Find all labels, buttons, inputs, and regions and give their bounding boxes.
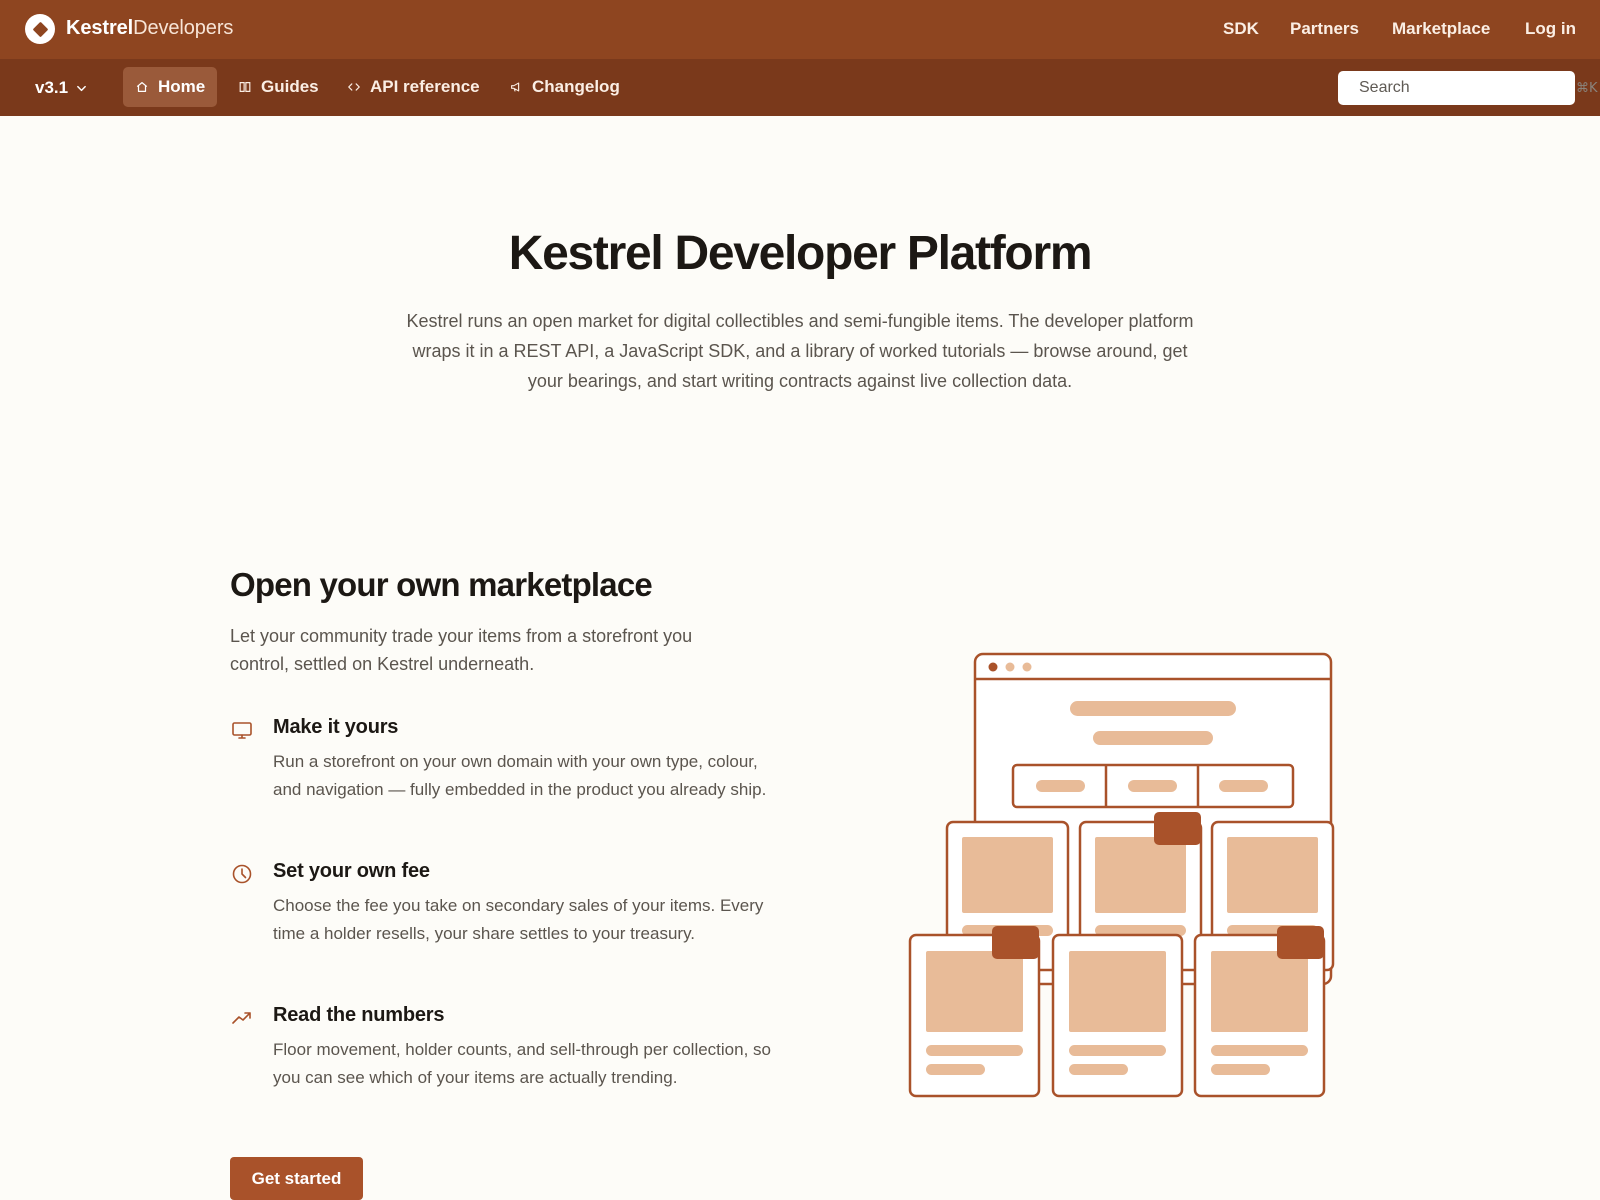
section-title: Open your own marketplace [230, 566, 653, 603]
feature-title: Read the numbers [273, 1004, 445, 1026]
item-card-illustration [1193, 926, 1326, 1098]
search-box[interactable]: ⌘K [1338, 71, 1598, 105]
chevron-down-icon [77, 85, 86, 91]
get-started-button[interactable]: Get started [230, 1157, 363, 1200]
book-icon [239, 82, 251, 92]
page-title: Kestrel Developer Platform [508, 227, 1093, 280]
tab-api-reference[interactable]: API reference [335, 67, 492, 107]
search-input[interactable] [1359, 79, 1566, 97]
nav-link-partners[interactable]: Partners [1290, 19, 1359, 39]
tab-changelog-label: Changelog [532, 77, 620, 96]
tab-api-reference-label: API reference [370, 77, 480, 96]
version-label: v3.1 [35, 78, 69, 97]
tab-changelog[interactable]: Changelog [497, 67, 632, 107]
code-icon [348, 83, 360, 91]
home-icon [136, 82, 148, 92]
tab-home[interactable]: Home [123, 67, 218, 107]
item-card-illustration [1051, 933, 1184, 1098]
tab-home-label: Home [158, 77, 206, 96]
feature-title: Set your own fee [273, 860, 430, 882]
brand-suffix: Developers [133, 17, 234, 39]
tab-guides[interactable]: Guides [226, 67, 331, 107]
clock-icon [232, 864, 252, 884]
search-shortcut: ⌘K [1576, 80, 1598, 96]
feature-description: Floor movement, holder counts, and sell-… [273, 1040, 771, 1087]
nav-link-sdk[interactable]: SDK [1223, 19, 1259, 39]
nav-link-marketplace[interactable]: Marketplace [1392, 19, 1490, 39]
page-intro: Kestrel runs an open market for digital … [406, 311, 1194, 391]
brand-name: Kestrel [66, 17, 134, 39]
feature-description: Run a storefront on your own domain with… [273, 752, 767, 799]
top-bar: KestrelDevelopers SDK Partners Marketpla… [0, 0, 1600, 59]
marketplace-illustration [908, 652, 1335, 1098]
version-selector[interactable]: v3.1 [35, 78, 87, 98]
nav-link-login[interactable]: Log in [1525, 19, 1576, 39]
trending-up-icon [232, 1012, 251, 1024]
brand-wordmark[interactable]: KestrelDevelopers [66, 17, 233, 40]
monitor-icon [232, 722, 252, 739]
item-card-illustration [908, 926, 1041, 1098]
feature-description: Choose the fee you take on secondary sal… [273, 896, 764, 943]
section-subtitle: Let your community trade your items from… [230, 626, 693, 674]
tab-guides-label: Guides [261, 77, 319, 96]
megaphone-icon [511, 82, 520, 92]
feature-title: Make it yours [273, 716, 399, 738]
docs-nav-bar: v3.1 Home Guides API reference Changelog… [0, 59, 1600, 116]
kestrel-logo-icon[interactable] [25, 14, 55, 44]
